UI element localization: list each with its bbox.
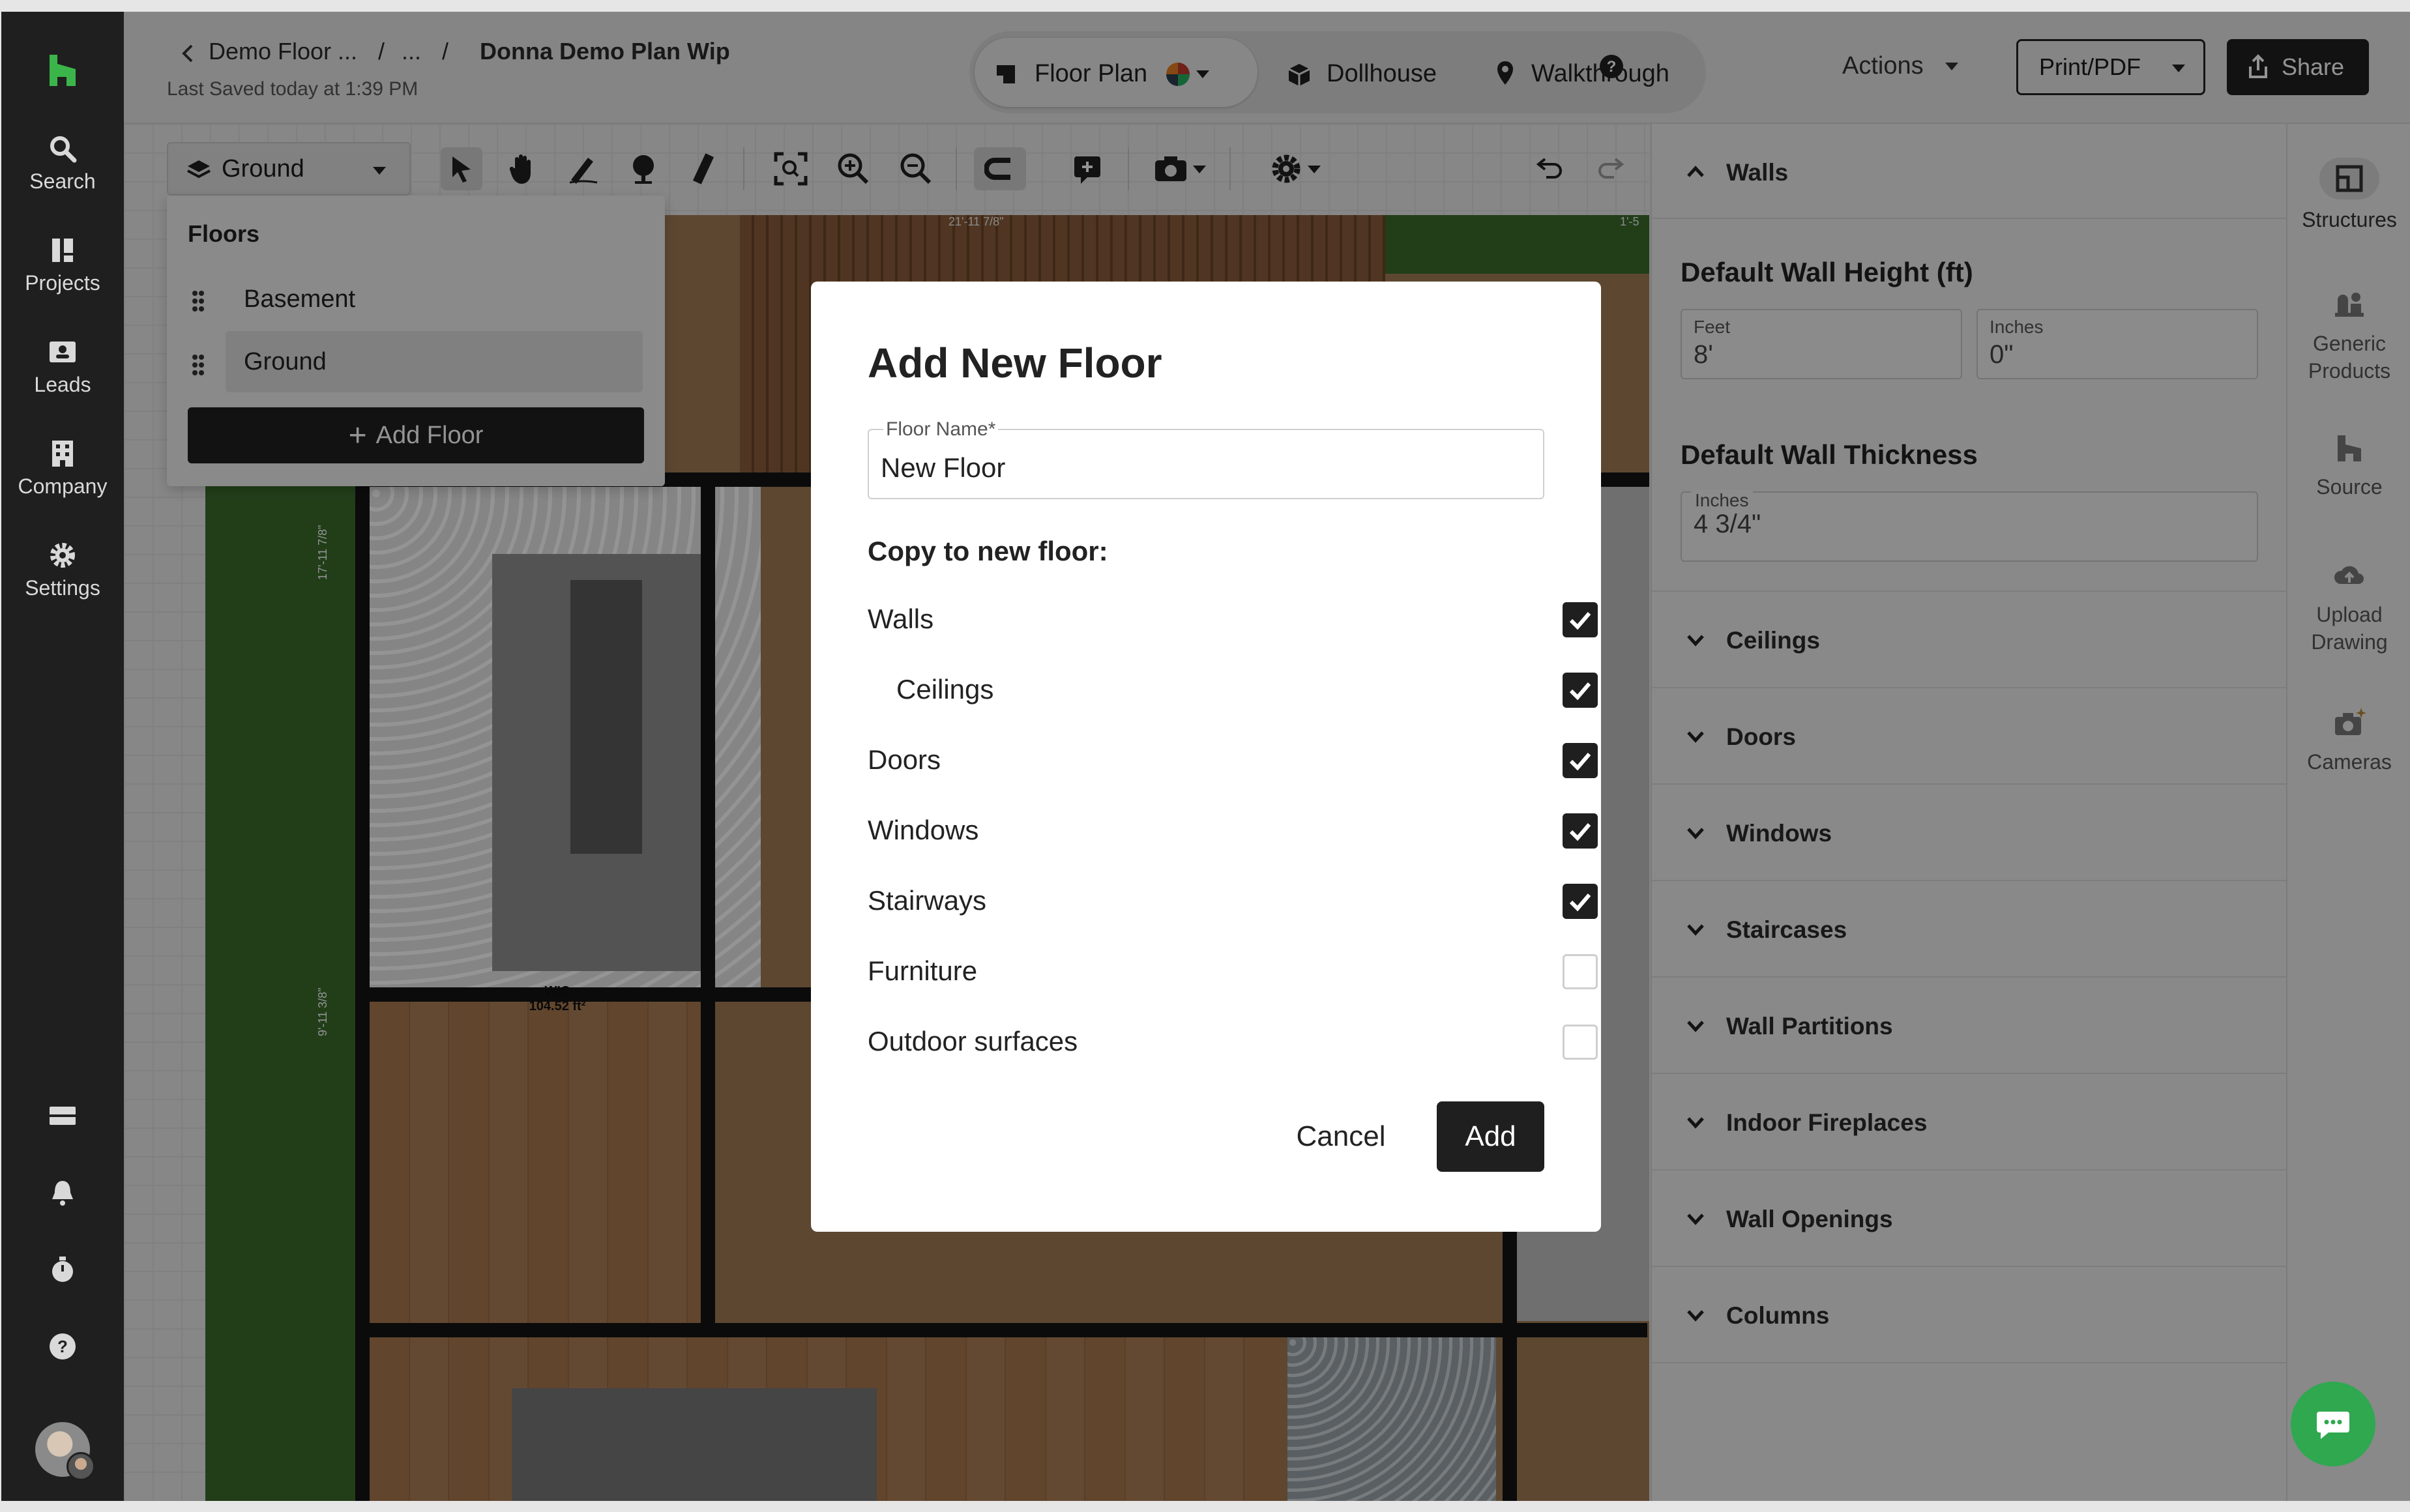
chat-icon: [2317, 1412, 2349, 1439]
sidebar-item-label: Search: [29, 169, 96, 193]
svg-text:?: ?: [57, 1337, 68, 1356]
add-button[interactable]: Add: [1437, 1101, 1544, 1172]
leads-icon: [50, 342, 76, 362]
option-label: Stairways: [868, 885, 987, 916]
company-icon: [52, 441, 73, 467]
app-window: Search Projects Leads Company Settings ?…: [0, 0, 2410, 1512]
windows-checkbox[interactable]: [1563, 813, 1598, 849]
sidebar-item-search[interactable]: Search: [1, 133, 124, 194]
projects-icon: [52, 239, 73, 262]
houzz-logo[interactable]: [47, 52, 78, 89]
copy-options-label: Copy to new floor:: [868, 536, 1108, 566]
left-sidebar: Search Projects Leads Company Settings ?: [1, 12, 124, 1501]
bell-icon[interactable]: [47, 1177, 78, 1208]
avatar[interactable]: [35, 1422, 95, 1481]
copy-option-windows[interactable]: Windows: [868, 811, 1598, 850]
copy-option-furniture[interactable]: Furniture: [868, 952, 1598, 991]
outdoor-surfaces-checkbox[interactable]: [1563, 1025, 1598, 1060]
chat-button[interactable]: [2291, 1382, 2375, 1466]
sidebar-item-projects[interactable]: Projects: [1, 235, 124, 295]
sidebar-item-label: Settings: [25, 576, 100, 600]
floor-name-input[interactable]: [881, 448, 1520, 487]
copy-option-doors[interactable]: Doors: [868, 740, 1598, 779]
check-icon: [1569, 682, 1591, 701]
copy-option-ceilings[interactable]: Ceilings: [868, 670, 1598, 709]
floor-name-field[interactable]: Floor Name*: [868, 418, 1544, 499]
dialog-title: Add New Floor: [868, 340, 1162, 386]
copy-option-stairways[interactable]: Stairways: [868, 881, 1598, 920]
copy-option-outdoor-surfaces[interactable]: Outdoor surfaces: [868, 1022, 1598, 1061]
ceilings-checkbox[interactable]: [1563, 673, 1598, 708]
option-label: Ceilings: [896, 674, 994, 705]
gear-icon: [50, 543, 75, 568]
help-icon[interactable]: ?: [47, 1331, 78, 1362]
add-floor-dialog: Add New Floor Floor Name* Copy to new fl…: [811, 282, 1601, 1232]
stairways-checkbox[interactable]: [1563, 884, 1598, 919]
furniture-checkbox[interactable]: [1563, 954, 1598, 989]
option-label: Furniture: [868, 955, 978, 986]
inbox-icon[interactable]: [47, 1100, 78, 1131]
timer-icon[interactable]: [47, 1254, 78, 1285]
secondary-avatar: [66, 1452, 95, 1481]
sidebar-item-label: Company: [18, 474, 108, 498]
sidebar-item-label: Leads: [34, 373, 91, 396]
sidebar-item-leads[interactable]: Leads: [1, 336, 124, 397]
walls-checkbox[interactable]: [1563, 602, 1598, 637]
floor-name-label: Floor Name*: [883, 418, 999, 441]
sidebar-item-settings[interactable]: Settings: [1, 540, 124, 600]
check-icon: [1569, 612, 1591, 630]
copy-option-walls[interactable]: Walls: [868, 600, 1598, 639]
option-label: Doors: [868, 744, 941, 775]
check-icon: [1569, 894, 1591, 912]
sidebar-item-label: Projects: [25, 271, 100, 295]
doors-checkbox[interactable]: [1563, 743, 1598, 778]
sidebar-item-company[interactable]: Company: [1, 438, 124, 499]
option-label: Windows: [868, 815, 979, 845]
search-icon: [50, 136, 77, 163]
cancel-button[interactable]: Cancel: [1279, 1101, 1403, 1172]
check-icon: [1569, 823, 1591, 841]
option-label: Outdoor surfaces: [868, 1026, 1078, 1056]
option-label: Walls: [868, 603, 934, 634]
check-icon: [1569, 753, 1591, 771]
